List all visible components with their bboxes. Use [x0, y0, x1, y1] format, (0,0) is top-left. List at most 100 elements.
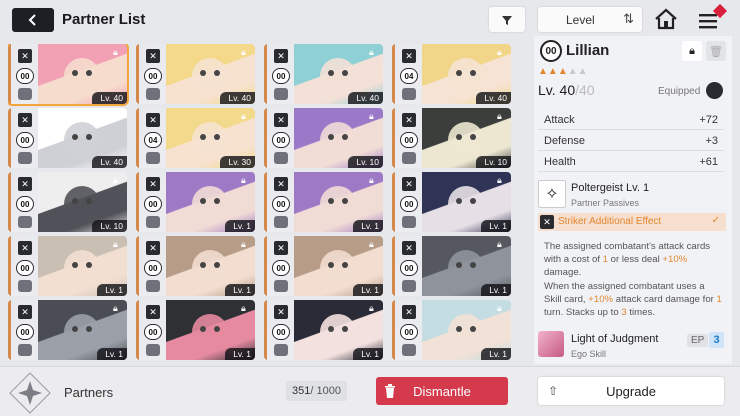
partner-detail-panel: 00 Lillian 🔒︎ 🗑︎ ▲▲▲▲▲ Lv. 40/40 Equippe…	[534, 36, 732, 364]
lock-icon: 🔒︎	[369, 47, 374, 57]
menu-button[interactable]	[697, 3, 728, 32]
trash-icon: 🗑︎	[709, 45, 723, 58]
partner-card[interactable]: ✕ 04 🔒︎ Lv. 30	[136, 108, 255, 168]
card-level: Lv. 10	[348, 156, 383, 168]
class-icon: ✕	[146, 241, 160, 255]
rarity-stripe	[392, 172, 395, 232]
sort-toggle-icon[interactable]: ⇅	[623, 11, 634, 27]
lock-icon: 🔒︎	[113, 175, 118, 185]
stat-label: Health	[544, 155, 576, 168]
stat-value: +61	[699, 155, 718, 168]
partner-card[interactable]: ✕ 00 🔒︎ Lv. 10	[392, 108, 511, 168]
stat-value: +72	[699, 113, 718, 126]
partner-card[interactable]: ✕ 00 🔒︎ Lv. 1	[392, 236, 511, 296]
rarity-stripe	[392, 300, 395, 360]
partner-card[interactable]: ✕ 00 🔒︎ Lv. 1	[264, 236, 383, 296]
partner-card[interactable]: ✕ 00 🔒︎ Lv. 1	[392, 300, 511, 360]
upgrade-arrow-icon: ⇧	[548, 384, 559, 398]
equipped-avatar-icon	[402, 88, 416, 100]
rarity-stripe	[136, 108, 139, 168]
trash-icon	[385, 384, 395, 398]
partner-card[interactable]: ✕ 00 🔒︎ Lv. 40	[264, 44, 383, 104]
class-icon: ✕	[402, 177, 416, 191]
compass-star-icon	[9, 372, 51, 414]
equipped-avatar-icon	[18, 152, 32, 164]
partners-title: Partners	[64, 385, 114, 400]
equipped-avatar-icon	[18, 280, 32, 292]
equipped-avatar-icon	[146, 280, 160, 292]
equipped-avatar-icon	[402, 216, 416, 228]
partner-number-badge: 00	[144, 196, 162, 212]
stat-label: Attack	[544, 113, 575, 126]
partner-card[interactable]: ✕ 00 🔒︎ Lv. 1	[264, 300, 383, 360]
class-icon: ✕	[274, 305, 288, 319]
sort-dropdown[interactable]: Level ⇅	[538, 7, 642, 32]
partner-card[interactable]: ✕ 00 🔒︎ Lv. 40	[8, 44, 129, 106]
rarity-stripe	[392, 236, 395, 296]
partner-card[interactable]: ✕ 04 🔒︎ Lv. 40	[392, 44, 511, 104]
partner-card[interactable]: ✕ 00 🔒︎ Lv. 40	[136, 44, 255, 104]
lock-icon: 🔒︎	[497, 111, 502, 121]
class-icon: ✕	[274, 49, 288, 63]
partner-card[interactable]: ✕ 00 🔒︎ Lv. 1	[8, 300, 127, 360]
card-level: Lv. 30	[220, 156, 255, 168]
partner-card[interactable]: ✕ 00 🔒︎ Lv. 1	[8, 236, 127, 296]
stat-row-defense: Defense +3	[538, 131, 724, 151]
class-icon: ✕	[402, 49, 416, 63]
rarity-stripe	[8, 172, 11, 232]
dismantle-button[interactable]: Dismantle	[376, 377, 508, 405]
card-level: Lv. 1	[481, 348, 511, 360]
chevron-down-icon: ✓	[711, 215, 720, 226]
lock-button[interactable]: 🔒︎	[682, 41, 702, 61]
striker-label: Striker Additional Effect	[558, 216, 662, 227]
partner-card[interactable]: ✕ 00 🔒︎ Lv. 1	[136, 236, 255, 296]
partner-name: Lillian	[566, 42, 610, 59]
sort-label: Level	[566, 12, 595, 27]
partner-number-badge: 00	[272, 196, 290, 212]
bottom-bar: Partners 351 / 1000 Dismantle ⇧ Upgrade	[0, 366, 740, 416]
card-level: Lv. 10	[92, 220, 127, 232]
partner-card[interactable]: ✕ 00 🔒︎ Lv. 10	[8, 172, 127, 232]
crossed-swords-icon: ✕	[540, 215, 554, 229]
upgrade-button[interactable]: ⇧ Upgrade	[538, 377, 724, 405]
partner-card[interactable]: ✕ 00 🔒︎ Lv. 10	[264, 108, 383, 168]
star-rating: ▲▲▲▲▲	[538, 66, 588, 77]
partner-number-badge: 00	[144, 260, 162, 276]
partner-count: 351 / 1000	[286, 381, 347, 401]
class-icon: ✕	[402, 305, 416, 319]
ep-label: EP	[687, 334, 709, 347]
partner-card[interactable]: ✕ 00 🔒︎ Lv. 40	[8, 108, 127, 168]
trash-button[interactable]: 🗑︎	[706, 41, 726, 61]
class-icon: ✕	[274, 113, 288, 127]
rarity-stripe	[8, 44, 11, 104]
partner-card[interactable]: ✕ 00 🔒︎ Lv. 1	[136, 300, 255, 360]
partner-card[interactable]: ✕ 00 🔒︎ Lv. 1	[392, 172, 511, 232]
class-icon: ✕	[18, 113, 32, 127]
back-button[interactable]	[12, 8, 54, 32]
partner-number-badge: 00	[16, 132, 34, 148]
card-level: Lv. 40	[92, 92, 127, 104]
equipped-character-avatar[interactable]	[706, 82, 723, 99]
rarity-stripe	[264, 236, 267, 296]
partner-card[interactable]: ✕ 00 🔒︎ Lv. 1	[264, 172, 383, 232]
card-level: Lv. 10	[476, 156, 511, 168]
partner-number-badge: 00	[540, 40, 562, 62]
equipped-avatar-icon	[274, 88, 288, 100]
equipped-avatar-icon	[402, 152, 416, 164]
card-level: Lv. 40	[92, 156, 127, 168]
equipped-avatar-icon	[18, 216, 32, 228]
partner-number-badge: 00	[400, 132, 418, 148]
partner-card[interactable]: ✕ 00 🔒︎ Lv. 1	[136, 172, 255, 232]
rarity-stripe	[264, 300, 267, 360]
partner-number-badge: 00	[272, 68, 290, 84]
filter-button[interactable]	[489, 7, 525, 32]
top-bar: Partner List Level ⇅	[0, 0, 740, 40]
stat-row-health: Health +61	[538, 152, 724, 172]
home-button[interactable]	[653, 6, 679, 32]
lock-icon: 🔒︎	[369, 303, 374, 313]
partner-number-badge: 00	[400, 260, 418, 276]
lock-icon: 🔒︎	[113, 303, 118, 313]
striker-effect-toggle[interactable]: ✕ Striker Additional Effect ✓	[538, 213, 726, 231]
lock-icon: 🔒︎	[689, 44, 695, 57]
class-icon: ✕	[274, 241, 288, 255]
